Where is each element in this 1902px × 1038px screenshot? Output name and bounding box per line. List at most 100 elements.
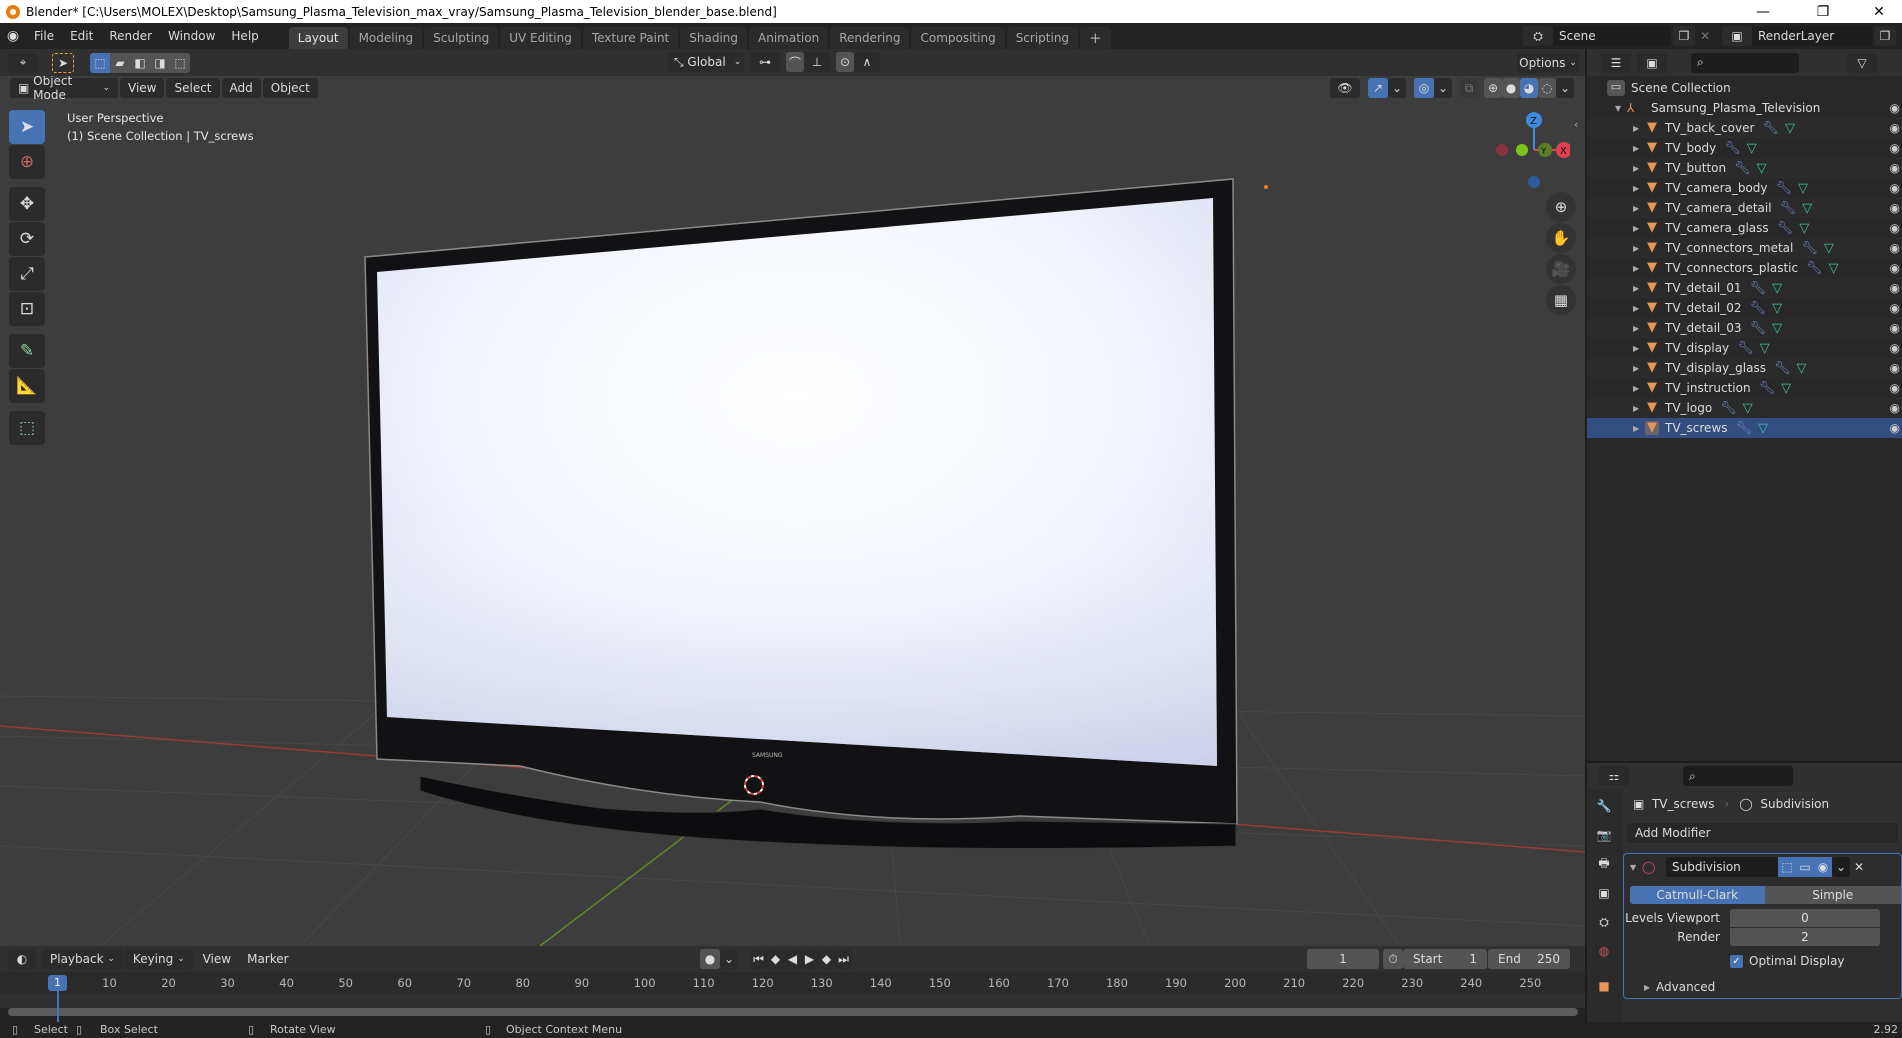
expand-right-icon[interactable]: ▶ bbox=[1633, 284, 1645, 293]
expand-right-icon[interactable]: ▶ bbox=[1633, 364, 1645, 373]
scale-tool-icon[interactable]: ⤢ bbox=[9, 257, 45, 291]
modifier-wrench-icon[interactable]: 🔧︎ bbox=[1774, 361, 1791, 376]
scene-collection-row[interactable]: ▭ Scene Collection bbox=[1587, 78, 1902, 98]
outliner-search-input[interactable]: ⌕ bbox=[1691, 52, 1799, 73]
menu-help[interactable]: Help bbox=[223, 23, 266, 49]
output-tab-icon[interactable]: 🖶 bbox=[1591, 851, 1617, 877]
visibility-icon[interactable]: 👁 bbox=[1330, 78, 1360, 98]
outliner-item[interactable]: ▶ ▼ TV_detail_02 🔧︎ ▽ ◉ bbox=[1587, 298, 1902, 318]
navigation-gizmo[interactable]: Z Y X bbox=[1490, 110, 1570, 190]
outliner-item[interactable]: ▶ ▼ TV_camera_body 🔧︎ ▽ ◉ bbox=[1587, 178, 1902, 198]
expand-right-icon[interactable]: ▶ bbox=[1633, 424, 1645, 433]
visibility-eye-icon[interactable]: ◉ bbox=[1890, 181, 1900, 195]
snap-toggle-icon[interactable]: ⌒ bbox=[786, 52, 804, 72]
options-dropdown[interactable]: Options ⌄ bbox=[1517, 53, 1579, 73]
modifier-wrench-icon[interactable]: 🔧︎ bbox=[1750, 301, 1767, 316]
advanced-subpanel[interactable]: ▶ Advanced bbox=[1624, 980, 1901, 994]
proportional-edit-icon[interactable]: ⊙ bbox=[836, 52, 854, 72]
menu-render[interactable]: Render bbox=[101, 23, 160, 49]
editor-type-icon[interactable]: ⌖ bbox=[8, 52, 38, 73]
shading-material-icon[interactable]: ◕ bbox=[1520, 78, 1538, 98]
close-button[interactable]: ✕ bbox=[1856, 0, 1902, 23]
visibility-eye-icon[interactable]: ◉ bbox=[1890, 221, 1900, 235]
scene-tab-icon[interactable]: ⛭ bbox=[1591, 909, 1617, 935]
modifier-wrench-icon[interactable]: 🔧︎ bbox=[1780, 201, 1797, 216]
prev-keyframe-icon[interactable]: ◆ bbox=[767, 949, 784, 969]
next-keyframe-icon[interactable]: ◆ bbox=[818, 949, 835, 969]
levels-viewport-field[interactable]: 0 bbox=[1730, 909, 1880, 927]
new-scene-icon[interactable]: ❐ bbox=[1673, 26, 1695, 46]
expand-right-icon[interactable]: ▶ bbox=[1633, 344, 1645, 353]
tab-modeling[interactable]: Modeling bbox=[349, 27, 423, 49]
gizmo-toggle-icon[interactable]: ↗ bbox=[1368, 78, 1388, 98]
mesh-data-icon[interactable]: ▽ bbox=[1743, 401, 1753, 416]
mesh-data-icon[interactable]: ▽ bbox=[1824, 241, 1834, 256]
annotate-tool-icon[interactable]: ✎ bbox=[9, 334, 45, 368]
menu-edit[interactable]: Edit bbox=[62, 23, 101, 49]
mesh-data-icon[interactable]: ▽ bbox=[1747, 141, 1757, 156]
mesh-data-icon[interactable]: ▽ bbox=[1798, 181, 1808, 196]
mesh-data-icon[interactable]: ▽ bbox=[1796, 361, 1806, 376]
mesh-data-icon[interactable]: ▽ bbox=[1799, 221, 1809, 236]
playback-dropdown[interactable]: Playback ⌄ bbox=[42, 949, 123, 969]
tab-texture-paint[interactable]: Texture Paint bbox=[582, 27, 679, 49]
tab-layout[interactable]: Layout bbox=[288, 27, 348, 49]
visibility-eye-icon[interactable]: ◉ bbox=[1890, 301, 1900, 315]
outliner-item[interactable]: ▶ ▼ TV_display 🔧︎ ▽ ◉ bbox=[1587, 338, 1902, 358]
expand-right-icon[interactable]: ▶ bbox=[1633, 404, 1645, 413]
zoom-icon[interactable]: ⊕ bbox=[1546, 192, 1576, 222]
select-box-tool-icon[interactable]: ➤ bbox=[9, 110, 45, 144]
visibility-eye-icon[interactable]: ◉ bbox=[1890, 201, 1900, 215]
edit-mode-toggle-icon[interactable]: ⬚ bbox=[1778, 857, 1796, 877]
expand-right-icon[interactable]: ▶ bbox=[1633, 304, 1645, 313]
blender-menu-icon[interactable]: ◉ bbox=[0, 28, 26, 44]
outliner-item[interactable]: ▶ ▼ TV_display_glass 🔧︎ ▽ ◉ bbox=[1587, 358, 1902, 378]
mode-set-icon[interactable]: ⬚ bbox=[90, 52, 110, 73]
orientation-dropdown[interactable]: ⤡ Global ⌄ bbox=[668, 52, 744, 72]
outliner-item[interactable]: ▶ ▼ TV_camera_glass 🔧︎ ▽ ◉ bbox=[1587, 218, 1902, 238]
visibility-eye-icon[interactable]: ◉ bbox=[1890, 101, 1900, 115]
scene-icon[interactable]: ⛭ bbox=[1523, 26, 1553, 46]
expand-down-icon[interactable]: ▼ bbox=[1615, 104, 1627, 113]
object-mode-dropdown[interactable]: ▣ Object Mode ⌄ bbox=[10, 76, 118, 102]
outliner-item[interactable]: ▶ ▼ TV_screws 🔧︎ ▽ ◉ bbox=[1587, 418, 1902, 438]
mesh-data-icon[interactable]: ▽ bbox=[1757, 161, 1767, 176]
tab-shading[interactable]: Shading bbox=[680, 27, 747, 49]
current-frame-field[interactable]: 1 bbox=[1307, 949, 1379, 969]
catmull-clark-option[interactable]: Catmull-Clark bbox=[1630, 886, 1765, 904]
keyframe-track[interactable] bbox=[0, 994, 1585, 1008]
menu-window[interactable]: Window bbox=[160, 23, 223, 49]
jump-start-icon[interactable]: ⏮ bbox=[750, 949, 767, 969]
maximize-button[interactable]: ❐ bbox=[1800, 0, 1846, 23]
modifier-name-field[interactable]: Subdivision bbox=[1666, 857, 1778, 877]
measure-tool-icon[interactable]: 📐 bbox=[9, 369, 45, 403]
start-frame-field[interactable]: Start 1 bbox=[1403, 949, 1487, 969]
play-icon[interactable]: ▶ bbox=[801, 949, 818, 969]
overlay-toggle-icon[interactable]: ◎ bbox=[1414, 78, 1434, 98]
modifier-wrench-icon[interactable]: 🔧︎ bbox=[1724, 141, 1741, 156]
expand-right-icon[interactable]: ▶ bbox=[1633, 324, 1645, 333]
visibility-eye-icon[interactable]: ◉ bbox=[1890, 361, 1900, 375]
visibility-eye-icon[interactable]: ◉ bbox=[1890, 241, 1900, 255]
mesh-data-icon[interactable]: ▽ bbox=[1785, 121, 1795, 136]
gizmo-dropdown[interactable]: ⌄ bbox=[1388, 78, 1406, 98]
jump-end-icon[interactable]: ⏭ bbox=[835, 949, 852, 969]
tab-rendering[interactable]: Rendering bbox=[830, 27, 910, 49]
camera-view-icon[interactable]: 🎥 bbox=[1546, 254, 1576, 284]
menu-view[interactable]: View bbox=[120, 78, 165, 98]
mode-intersect-icon[interactable]: ⬚ bbox=[170, 52, 190, 73]
overlay-dropdown[interactable]: ⌄ bbox=[1434, 78, 1452, 98]
menu-add[interactable]: Add bbox=[221, 78, 261, 98]
minimize-button[interactable]: — bbox=[1740, 0, 1786, 23]
cursor-tool-icon[interactable]: ⊕ bbox=[9, 145, 45, 179]
outliner-item[interactable]: ▶ ▼ TV_button 🔧︎ ▽ ◉ bbox=[1587, 158, 1902, 178]
menu-object[interactable]: Object bbox=[262, 78, 318, 98]
scene-name-field[interactable]: Scene bbox=[1553, 26, 1671, 46]
modifier-wrench-icon[interactable]: 🔧︎ bbox=[1759, 381, 1776, 396]
pan-hand-icon[interactable]: ✋ bbox=[1546, 223, 1576, 253]
filter-icon[interactable]: ▽ bbox=[1847, 52, 1877, 73]
collapse-icon[interactable]: ▼ bbox=[1630, 863, 1642, 872]
collection-row[interactable]: ▼ ⅄ Samsung_Plasma_Television ◉ bbox=[1587, 98, 1902, 118]
filter-layer-icon[interactable]: ▣ bbox=[1637, 52, 1667, 73]
expand-right-icon[interactable]: ▶ bbox=[1633, 244, 1645, 253]
